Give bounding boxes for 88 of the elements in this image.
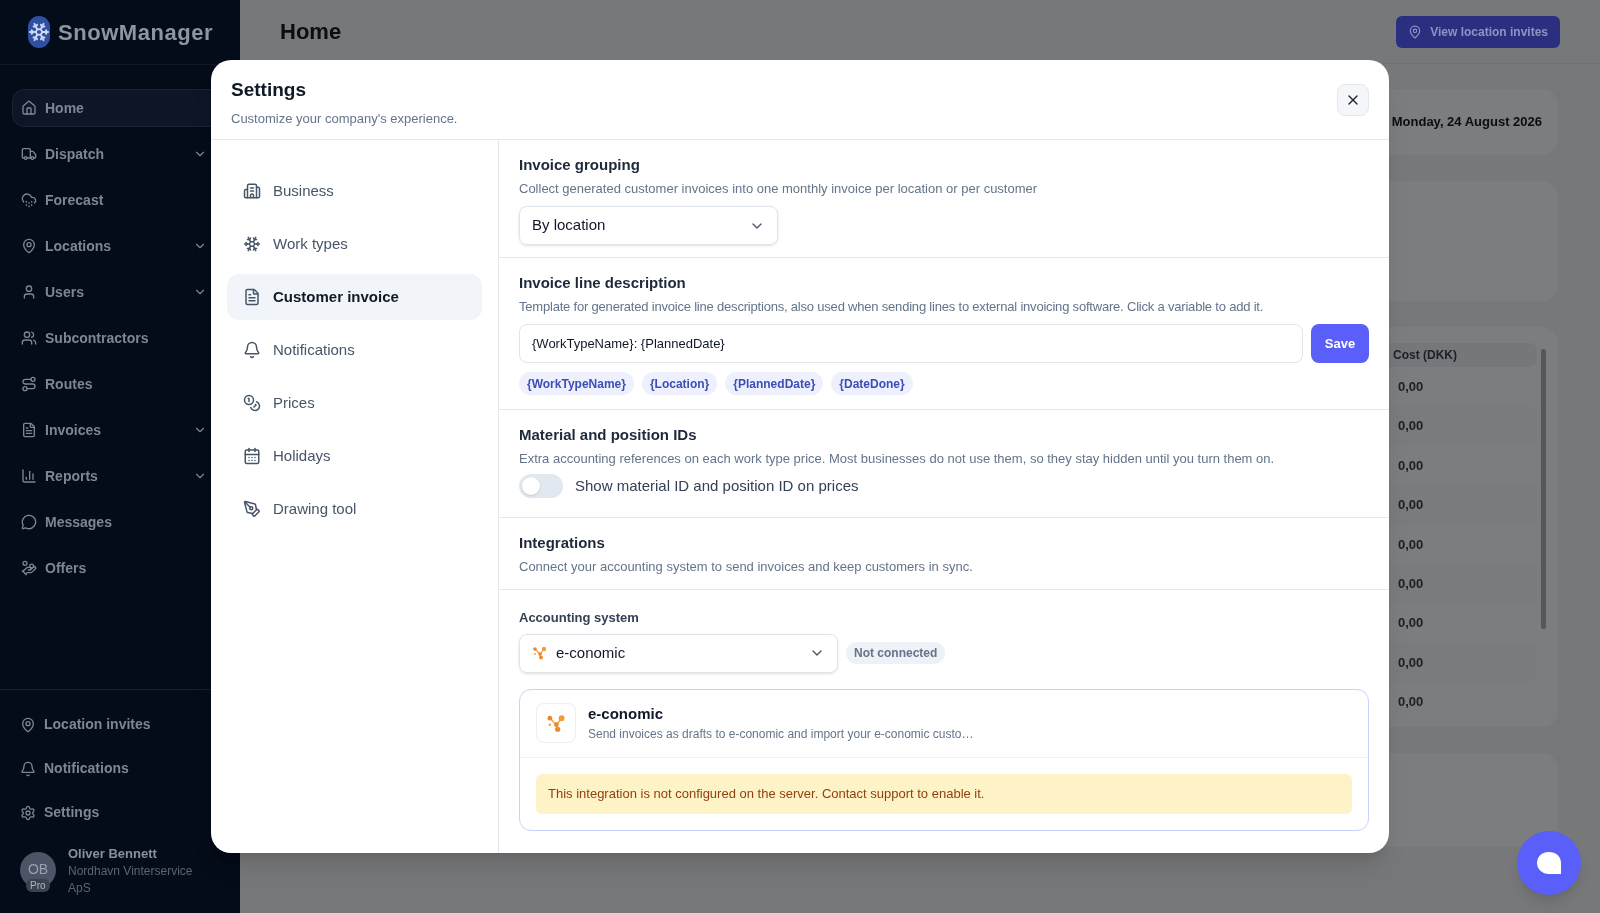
status-badge: Not connected: [846, 642, 946, 664]
table-cell-text: 0,00: [1398, 456, 1424, 475]
settings-nav-item[interactable]: Holidays: [227, 433, 482, 479]
sidebar-item[interactable]: Dispatch: [12, 135, 228, 173]
close-button[interactable]: [1337, 84, 1369, 116]
truck-icon: [21, 146, 37, 162]
settings-nav-item[interactable]: Drawing tool: [227, 486, 482, 532]
settings-nav-item[interactable]: Prices: [227, 380, 482, 426]
coin-icon: [243, 394, 261, 412]
section-title: Material and position IDs: [519, 425, 698, 445]
sidebar-item[interactable]: Settings: [16, 793, 224, 832]
view-invites-button[interactable]: View location invites: [1396, 15, 1560, 48]
dots-logo-icon: [532, 645, 548, 661]
section-title: Invoice grouping: [519, 155, 641, 175]
sidebar-item[interactable]: Routes: [12, 365, 228, 403]
variable-chip[interactable]: {DateDone}: [831, 372, 913, 395]
accounting-select[interactable]: e-conomic: [519, 633, 838, 673]
dialog-title: Settings: [231, 78, 307, 102]
settings-nav-item[interactable]: Work types: [227, 221, 482, 267]
sidebar-item[interactable]: Offers: [12, 549, 228, 587]
settings-nav-item[interactable]: Business: [227, 168, 482, 214]
route-icon: [21, 376, 37, 392]
cloud-icon: [21, 192, 37, 208]
company-name: Nordhavn Vinterservice ApS: [68, 863, 194, 897]
bell-icon: [243, 341, 261, 359]
dialog-subtitle: Customize your company's experience.: [231, 109, 458, 128]
section-description: Template for generated invoice line descriptions, also used when sending lines to external invoicing software. Click a variable to add it.: [519, 297, 1265, 316]
toggle-switch[interactable]: [519, 474, 563, 498]
date-text: Monday, 24 August 2026: [1391, 113, 1542, 132]
home-icon: [21, 100, 37, 116]
sidebar-item[interactable]: Location invites: [16, 705, 224, 744]
template-input[interactable]: {WorkTypeName}: {PlannedDate}: [519, 324, 1303, 363]
variable-chip[interactable]: {Location}: [641, 372, 718, 395]
user-name: Oliver Bennett: [68, 844, 158, 863]
integration-name: e-conomic: [588, 703, 664, 724]
warning-message: This integration is not configured on the server. Contact support to enable it.: [536, 773, 1352, 814]
save-button[interactable]: Save: [1311, 324, 1369, 363]
sidebar-item[interactable]: Notifications: [16, 749, 224, 788]
document-icon: [243, 288, 261, 306]
settings-icon: [20, 804, 36, 821]
toggle-label: Show material ID and position ID on prices: [575, 475, 859, 496]
table-cell-text: 0,00: [1398, 496, 1424, 515]
map-pin-icon: [1408, 24, 1423, 39]
table-cell-text: 0,00: [1398, 614, 1424, 633]
page-title: Home: [280, 18, 342, 46]
snowflake-logo-icon: [28, 16, 50, 48]
table-cell-text: 0,00: [1398, 693, 1424, 712]
hand-coins-icon: [21, 560, 37, 576]
sidebar-item[interactable]: Locations: [12, 227, 228, 265]
document-icon: [21, 422, 37, 438]
map-pin-icon: [20, 716, 36, 733]
table-cell-text: 0,00: [1398, 653, 1424, 672]
variable-chip[interactable]: {PlannedDate}: [725, 372, 824, 395]
section-description: Connect your accounting system to send invoices and keep customers in sync.: [519, 557, 974, 576]
sidebar-item[interactable]: Subcontractors: [12, 319, 228, 357]
column-header: Cost (DKK): [1393, 347, 1457, 364]
sidebar-item[interactable]: Users: [12, 273, 228, 311]
snowflake-icon: [243, 235, 261, 253]
brand-name: SnowManager: [58, 18, 214, 47]
pen-icon: [243, 500, 261, 518]
sidebar-item[interactable]: Reports: [12, 457, 228, 495]
sidebar-item[interactable]: Forecast: [12, 181, 228, 219]
table-cell-text: 0,00: [1398, 377, 1424, 396]
table-cell-text: 0,00: [1398, 574, 1424, 593]
section-title: Integrations: [519, 533, 606, 553]
variable-chip[interactable]: {WorkTypeName}: [519, 372, 634, 395]
dots-logo-icon: [545, 712, 567, 734]
grouping-select[interactable]: By location: [519, 206, 778, 245]
section-description: Collect generated customer invoices into one monthly invoice per location or per customer: [519, 179, 1039, 198]
bar-chart-icon: [21, 468, 37, 484]
speech-bubble-icon: [1537, 852, 1561, 874]
bell-icon: [20, 760, 36, 777]
users-icon: [21, 330, 37, 346]
building-icon: [243, 182, 261, 200]
table-cell-text: 0,00: [1398, 417, 1424, 436]
calendar-icon: [243, 447, 261, 465]
field-label: Accounting system: [519, 609, 640, 627]
map-pin-icon: [21, 238, 37, 254]
settings-nav-item[interactable]: Notifications: [227, 327, 482, 373]
section-title: Invoice line description: [519, 273, 687, 293]
speech-bubble-icon: [21, 514, 37, 530]
table-cell-text: 0,00: [1398, 535, 1424, 554]
integration-description: Send invoices as drafts to e-conomic and import your e-conomic custo…: [588, 726, 974, 744]
sidebar-item[interactable]: Invoices: [12, 411, 228, 449]
section-description: Extra accounting references on each work type price. Most businesses do not use them, so they stay hidden until you turn them on.: [519, 449, 1276, 468]
settings-nav-item[interactable]: Customer invoice: [227, 274, 482, 320]
user-icon: [21, 284, 37, 300]
sidebar-item[interactable]: Messages: [12, 503, 228, 541]
